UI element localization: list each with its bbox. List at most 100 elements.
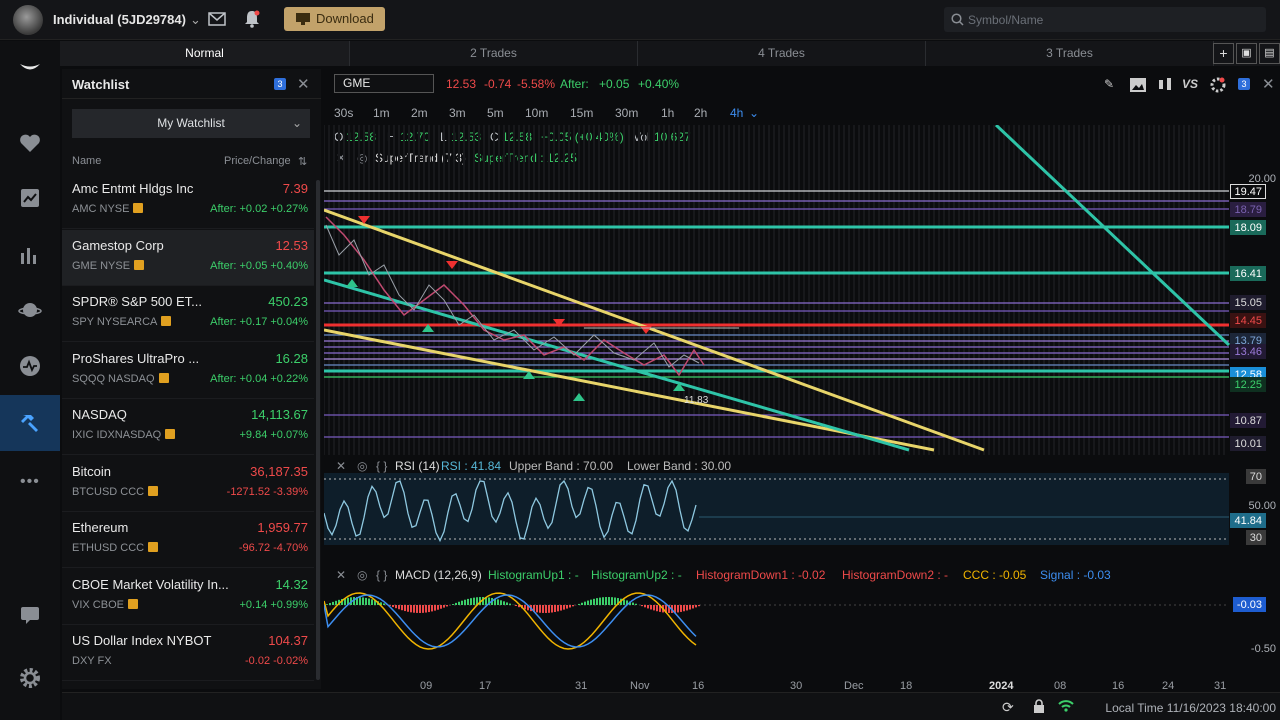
watchlist-scrollbar[interactable]: [316, 180, 320, 680]
eye-icon[interactable]: ◎: [357, 459, 367, 473]
watchlist-row[interactable]: Bitcoin 36,187.35 BTCUSD CCC -1271.52 -3…: [62, 456, 314, 512]
symbol-input[interactable]: GME: [334, 74, 434, 93]
macd-histogram-bar: [545, 605, 547, 613]
tab-2-trades[interactable]: 2 Trades: [350, 41, 638, 66]
macd-label[interactable]: MACD (12,26,9): [395, 568, 482, 582]
rsi-chart[interactable]: [324, 473, 1280, 553]
more-icon[interactable]: •••: [20, 473, 44, 497]
price-axis-label: 15.05: [1230, 295, 1266, 310]
column-header-name[interactable]: Name: [72, 155, 101, 167]
macd-histogram-bar: [677, 605, 679, 613]
symbol-exchange: BTCUSD CCC: [72, 485, 159, 498]
watchlist-row[interactable]: NASDAQ 14,113.67 IXIC IDXNASDAQ +9.84 +0…: [62, 399, 314, 455]
watchlist-row[interactable]: Ethereum 1,959.77 ETHUSD CCC -96.72 -4.7…: [62, 512, 314, 568]
logo-icon[interactable]: [18, 55, 42, 79]
add-tab-button[interactable]: +: [1213, 43, 1234, 64]
timeframe-10m[interactable]: 10m: [525, 106, 548, 120]
timeframe-3m[interactable]: 3m: [449, 106, 466, 120]
settings-icon[interactable]: [1210, 77, 1226, 93]
download-button[interactable]: Download: [284, 7, 385, 31]
close-icon[interactable]: ✕: [1262, 75, 1275, 93]
candles-icon[interactable]: [1158, 77, 1172, 92]
watchlist-row[interactable]: Gamestop Corp 12.53 GME NYSE After: +0.0…: [62, 229, 314, 286]
macd-histogram-bar: [407, 605, 409, 612]
macd-histogram-bar: [368, 598, 370, 605]
symbol-price: 16.28: [275, 350, 308, 366]
rsi-band: [324, 473, 1229, 545]
symbol-name: ProShares UltraPro ...: [72, 350, 200, 366]
timeframe-30s[interactable]: 30s: [334, 106, 353, 120]
tab-normal[interactable]: Normal: [60, 41, 350, 66]
timeframe-2m[interactable]: 2m: [411, 106, 428, 120]
timeframe-1h[interactable]: 1h: [661, 106, 674, 120]
symbol-exchange: SPY NYSEARCA: [72, 316, 172, 328]
symbol-price: 1,959.77: [257, 520, 308, 535]
watchlist-row[interactable]: ProShares UltraPro ... 16.28 SQQQ NASDAQ…: [62, 343, 314, 399]
watchlist-row[interactable]: CBOE Market Volatility In... 14.32 VIX C…: [62, 569, 314, 625]
mail-icon[interactable]: [208, 12, 226, 26]
timeframe-2h[interactable]: 2h: [694, 106, 707, 120]
timeframe-30m[interactable]: 30m: [615, 106, 638, 120]
gear-icon[interactable]: [18, 666, 42, 690]
macd-histogram-bar: [656, 605, 658, 612]
bar-chart-icon[interactable]: [18, 243, 42, 267]
chat-icon[interactable]: [18, 603, 42, 627]
macd-histogram-bar: [515, 605, 517, 606]
macd-histogram-bar: [428, 605, 430, 613]
tab-3-trades[interactable]: 3 Trades: [926, 41, 1214, 66]
watchlist-selector[interactable]: My Watchlist ⌄: [72, 109, 310, 138]
timeframe-15m[interactable]: 15m: [570, 106, 593, 120]
macd-histogram-bar: [458, 601, 460, 605]
lock-icon[interactable]: [1033, 699, 1045, 713]
rsi-label[interactable]: RSI (14): [395, 459, 440, 473]
save-layout-button[interactable]: ▣: [1236, 43, 1257, 64]
timeframe-1m[interactable]: 1m: [373, 106, 390, 120]
symbol-name: NASDAQ: [72, 407, 127, 422]
macd-histogram-bar: [437, 605, 439, 610]
watchlist-row[interactable]: US Dollar Index NYBOT 104.37 DXY FX -0.0…: [62, 625, 314, 681]
exchange-label: VIX CBOE: [72, 598, 124, 611]
sort-icon[interactable]: ⇅: [298, 155, 307, 168]
compare-icon[interactable]: VS: [1182, 77, 1198, 91]
watchlist-row[interactable]: SPDR® S&P 500 ET... 450.23 SPY NYSEARCA …: [62, 286, 314, 342]
planet-icon[interactable]: [18, 298, 42, 322]
close-icon[interactable]: ✕: [297, 75, 310, 93]
eye-icon[interactable]: ◎: [357, 568, 367, 582]
tab-4-trades[interactable]: 4 Trades: [638, 41, 926, 66]
macd-histogram-bar: [404, 605, 406, 612]
macd-chart[interactable]: [324, 581, 1280, 677]
layouts-button[interactable]: ▤: [1259, 43, 1280, 64]
symbol-change: After: +0.05 +0.40%: [210, 259, 308, 272]
avatar[interactable]: [13, 5, 43, 35]
close-icon[interactable]: ✕: [336, 459, 346, 473]
account-selector[interactable]: Individual (5JD29784) ⌄: [53, 12, 201, 28]
macd-histogram-bar: [641, 605, 643, 607]
refresh-icon[interactable]: ⟳: [1002, 699, 1014, 716]
macd-histogram-bar: [329, 603, 331, 605]
chevron-down-icon[interactable]: ⌄: [749, 106, 759, 120]
image-icon[interactable]: [1130, 78, 1146, 92]
column-header-price[interactable]: Price/Change: [224, 155, 291, 167]
timeframe-5m[interactable]: 5m: [487, 106, 504, 120]
symbol-change: After: +0.17 +0.04%: [210, 316, 308, 328]
last-price: 12.53: [446, 77, 477, 91]
search-input[interactable]: Symbol/Name: [944, 7, 1266, 32]
macd-histogram-bar: [632, 602, 634, 605]
trend-chart-icon[interactable]: [18, 186, 42, 210]
pencil-icon[interactable]: ✎: [1104, 77, 1114, 91]
code-icon[interactable]: { }: [376, 459, 387, 473]
activity-icon[interactable]: [18, 354, 42, 378]
macd-histogram-bar: [503, 601, 505, 605]
nav-item-trade[interactable]: [0, 395, 60, 451]
time-axis-label: 24: [1162, 680, 1175, 692]
exchange-label: DXY FX: [72, 655, 112, 667]
close-icon[interactable]: ✕: [336, 568, 346, 582]
timeframe-4h[interactable]: 4h: [730, 106, 743, 120]
bell-icon[interactable]: [244, 10, 260, 28]
watchlist-row[interactable]: Amc Entmt Hldgs Inc 7.39 AMC NYSE After:…: [62, 173, 314, 229]
macd-histogram-bar: [605, 597, 607, 605]
heart-icon[interactable]: [18, 131, 42, 155]
time-axis-label: 16: [1112, 680, 1125, 692]
price-chart[interactable]: [324, 125, 1280, 465]
code-icon[interactable]: { }: [376, 568, 387, 582]
